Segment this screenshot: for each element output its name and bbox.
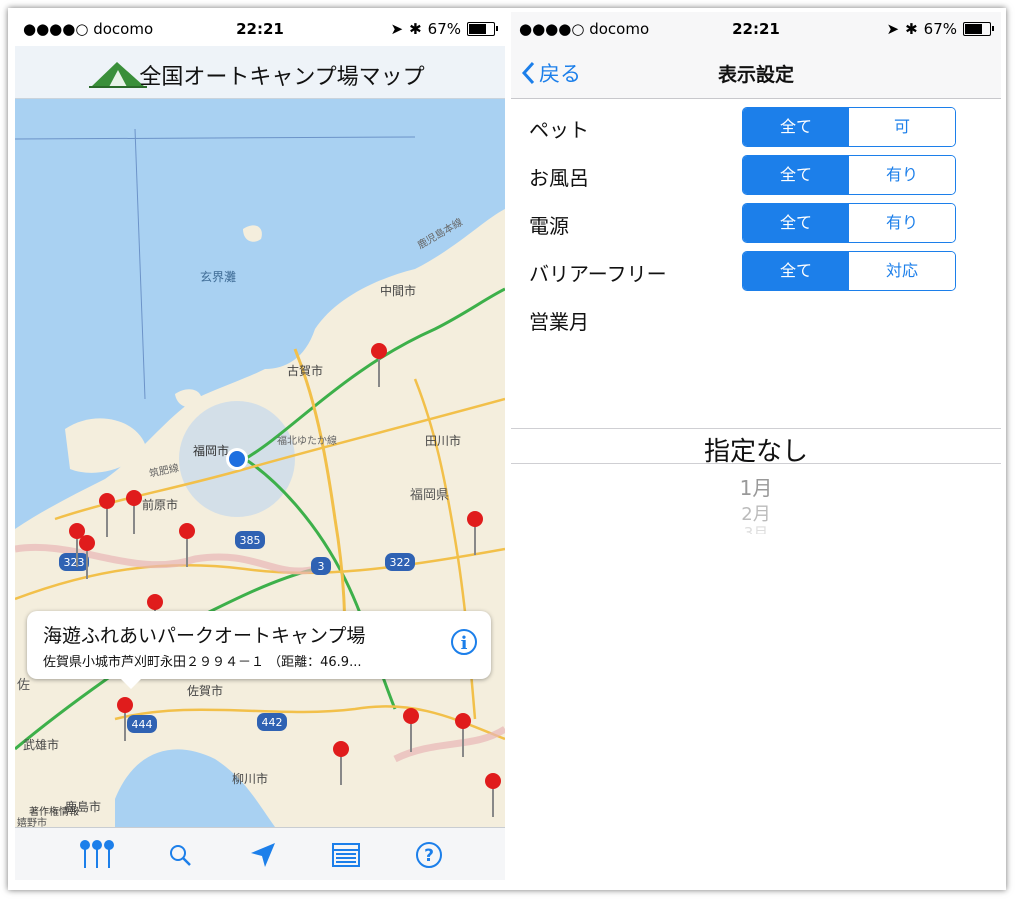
- svg-text:444: 444: [132, 718, 153, 731]
- map-label-fukuoka-pref: 福岡県: [410, 488, 449, 503]
- settings-screen: ●●●●○ docomo 22:21 ➤ ✱ 67% 戻る 表示設定 ペット 全…: [511, 12, 1001, 880]
- campsite-pin[interactable]: [333, 741, 349, 757]
- map-canvas[interactable]: 玄界灘 中間市 古賀市 福岡市 田川市 福岡県 前原市 佐賀市 柳川市 武雄市 …: [15, 99, 505, 827]
- setting-label: お風呂: [529, 166, 589, 190]
- campsite-pin[interactable]: [147, 594, 163, 610]
- search-icon[interactable]: [160, 840, 200, 870]
- svg-text:?: ?: [424, 846, 434, 866]
- battery-percent: 67%: [923, 20, 957, 38]
- map-screen: ●●●●○ docomo 22:21 ➤ ✱ 67% 全国オートキャンプ場マップ: [15, 12, 505, 880]
- campsite-callout[interactable]: 海遊ふれあいパークオートキャンプ場 佐賀県小城市芦刈町永田２９９４－１ （距離：…: [27, 611, 491, 689]
- segment-all[interactable]: 全て: [743, 252, 849, 290]
- setting-label: 営業月: [529, 310, 589, 334]
- map-label-koga: 古賀市: [287, 363, 323, 378]
- map-label-tagawa: 田川市: [425, 433, 461, 448]
- map-label-maebaru: 前原市: [142, 497, 178, 512]
- campsite-pin[interactable]: [403, 708, 419, 724]
- campsite-pin[interactable]: [179, 523, 195, 539]
- bluetooth-icon: ✱: [409, 20, 422, 38]
- campsite-pin[interactable]: [455, 713, 471, 729]
- map-label-chikuhi: 筑肥線: [148, 461, 180, 480]
- picker-option[interactable]: 1月: [511, 472, 1001, 501]
- segment-option[interactable]: 有り: [849, 156, 955, 194]
- segmented-control: 全て 可: [742, 107, 956, 147]
- route-shield: 3: [311, 557, 331, 575]
- route-shield: 323: [59, 553, 89, 571]
- status-bar: ●●●●○ docomo 22:21 ➤ ✱ 67%: [511, 12, 1001, 46]
- info-icon[interactable]: i: [451, 629, 477, 655]
- app-title: 全国オートキャンプ場マップ: [139, 65, 425, 90]
- nav-bar: 戻る 表示設定: [511, 46, 1001, 99]
- segment-all[interactable]: 全て: [743, 108, 849, 146]
- campsite-pin[interactable]: [79, 535, 95, 551]
- picker-option[interactable]: 3月: [511, 522, 1001, 534]
- picker-selected-value[interactable]: 指定なし: [511, 431, 1001, 468]
- svg-text:322: 322: [390, 556, 411, 569]
- campsite-pin[interactable]: [485, 773, 501, 789]
- callout-address: 佐賀県小城市芦刈町永田２９９４－１ （距離：46.9...: [43, 655, 362, 670]
- location-services-icon: ➤: [886, 20, 900, 38]
- map-label-fukuoka-city: 福岡市: [193, 443, 229, 458]
- bluetooth-icon: ✱: [905, 20, 918, 38]
- segmented-control: 全て 有り: [742, 203, 956, 243]
- map-label-nakama: 中間市: [380, 283, 416, 298]
- svg-text:385: 385: [240, 534, 261, 547]
- tab-bar: ?: [15, 827, 505, 880]
- route-shield: 444: [127, 715, 157, 733]
- help-icon[interactable]: ?: [409, 840, 449, 870]
- setting-row-barrier-free: バリアーフリー 全て 対応: [511, 248, 1001, 292]
- setting-row-month: 営業月: [511, 296, 1001, 340]
- campsite-pin[interactable]: [126, 490, 142, 506]
- month-picker[interactable]: 指定なし 1月 2月 3月: [511, 424, 1001, 544]
- pins-icon[interactable]: [77, 840, 117, 870]
- route-shield: 322: [385, 553, 415, 571]
- user-location-dot-inner: [229, 451, 245, 467]
- segment-option[interactable]: 対応: [849, 252, 955, 290]
- segment-option[interactable]: 可: [849, 108, 955, 146]
- setting-label: ペット: [529, 118, 589, 142]
- route-shield: 442: [257, 713, 287, 731]
- callout-title: 海遊ふれあいパークオートキャンプ場: [43, 625, 366, 647]
- setting-label: 電源: [529, 214, 569, 238]
- map-label-genkainada: 玄界灘: [200, 269, 236, 284]
- battery-percent: 67%: [427, 20, 461, 38]
- map-label-saga: 佐賀市: [187, 683, 223, 698]
- campsite-pin[interactable]: [117, 697, 133, 713]
- segmented-control: 全て 対応: [742, 251, 956, 291]
- svg-text:3: 3: [318, 560, 325, 573]
- battery-icon: [963, 22, 994, 36]
- segment-all[interactable]: 全て: [743, 156, 849, 194]
- map-label-saga-left: 佐: [17, 678, 30, 693]
- map-legal-link[interactable]: 著作権情報: [29, 805, 79, 818]
- nav-bar: 全国オートキャンプ場マップ: [15, 46, 505, 99]
- battery-icon: [467, 22, 498, 36]
- map-label-bottom: 嬉野市: [17, 816, 47, 827]
- map-view[interactable]: 玄界灘 中間市 古賀市 福岡市 田川市 福岡県 前原市 佐賀市 柳川市 武雄市 …: [15, 99, 505, 827]
- setting-row-pet: ペット 全て 可: [511, 104, 1001, 148]
- segmented-control: 全て 有り: [742, 155, 956, 195]
- map-label-yutaka: 福北ゆたか線: [277, 434, 337, 447]
- map-label-yanagawa: 柳川市: [232, 771, 268, 786]
- campsite-pin[interactable]: [371, 343, 387, 359]
- page-title: 表示設定: [717, 64, 794, 86]
- setting-row-power: 電源 全て 有り: [511, 200, 1001, 244]
- setting-label: バリアーフリー: [529, 262, 667, 286]
- route-shield: 385: [235, 531, 265, 549]
- location-services-icon: ➤: [390, 20, 404, 38]
- campsite-pin[interactable]: [99, 493, 115, 509]
- status-bar: ●●●●○ docomo 22:21 ➤ ✱ 67%: [15, 12, 505, 46]
- segment-all[interactable]: 全て: [743, 204, 849, 242]
- campsite-pin[interactable]: [467, 511, 483, 527]
- svg-text:442: 442: [262, 716, 283, 729]
- map-label-takeo: 武雄市: [23, 737, 59, 752]
- segment-option[interactable]: 有り: [849, 204, 955, 242]
- location-arrow-icon[interactable]: [243, 840, 283, 870]
- setting-row-bath: お風呂 全て 有り: [511, 152, 1001, 196]
- list-icon[interactable]: [326, 840, 366, 870]
- svg-text:323: 323: [64, 556, 85, 569]
